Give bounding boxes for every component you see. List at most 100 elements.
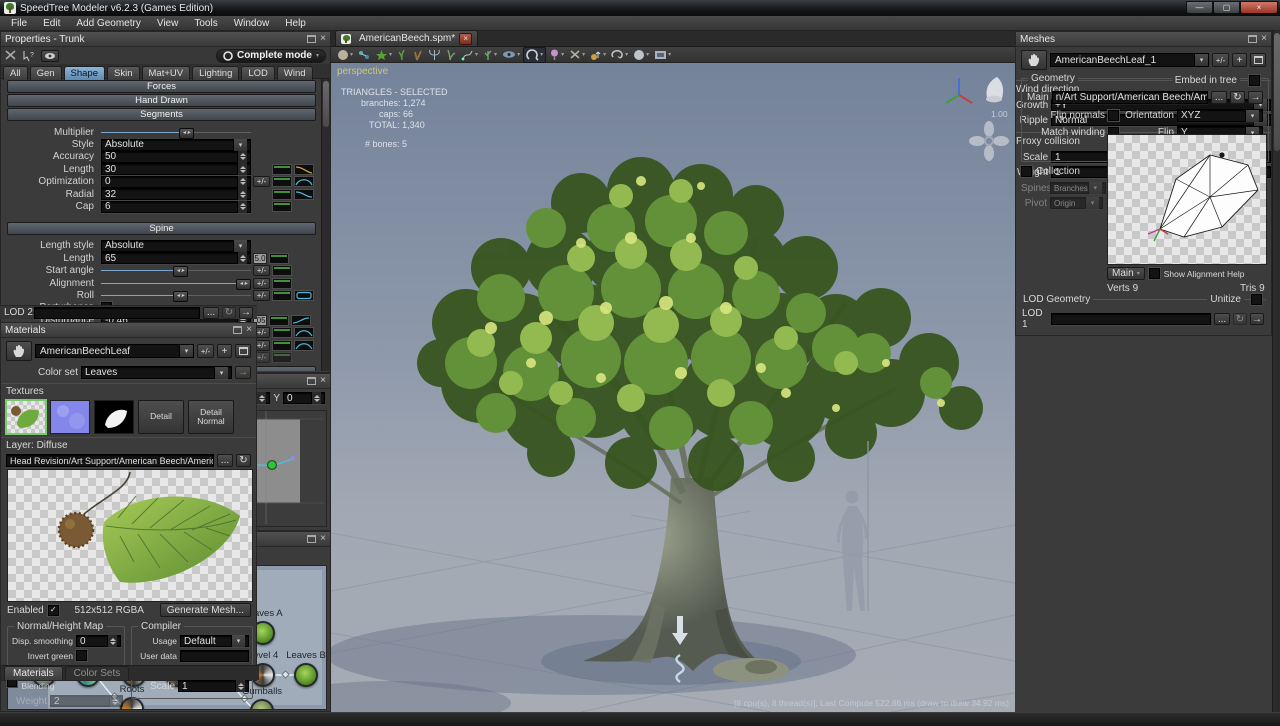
color-set-apply-button[interactable]: → [235, 366, 251, 379]
viewport-3d[interactable]: perspective TRIANGLES - SELECTED branche… [331, 63, 1015, 712]
close-panel-icon[interactable]: × [320, 377, 326, 385]
enabled-checkbox[interactable]: ✓ [48, 605, 59, 616]
opacity-texture-thumb[interactable] [94, 400, 134, 434]
tab-lod[interactable]: LOD [241, 66, 275, 80]
tool-screenshot-icon[interactable]: ▾ [652, 48, 673, 62]
color-set-dropdown[interactable]: Leaves▾ [81, 366, 232, 379]
camera-mode-label[interactable]: perspective [337, 66, 388, 77]
jink-amount-parent-curve-chip[interactable] [272, 340, 292, 351]
tool-rotate-icon[interactable]: ▾ [609, 48, 630, 62]
mode-caret-icon[interactable]: ▾ [316, 52, 319, 59]
disturbance-profile-curve-chip[interactable] [291, 315, 311, 326]
length-profile-curve-chip[interactable] [294, 164, 314, 175]
alignment-curve-chip[interactable] [272, 278, 292, 289]
tab-wind[interactable]: Wind [277, 66, 313, 80]
roll-slider[interactable]: ◂ ▸ [101, 290, 251, 301]
usage-dropdown[interactable]: Default▾ [180, 635, 249, 647]
jink-frequency-parent-curve-chip[interactable] [272, 327, 292, 338]
lod1-export-button[interactable]: → [1250, 313, 1264, 325]
material-select-dropdown[interactable]: AmericanBeechLeaf▾ [35, 344, 194, 358]
menu-file[interactable]: File [4, 17, 34, 30]
spine-length-curve-chip[interactable] [269, 253, 289, 264]
menu-window[interactable]: Window [227, 17, 277, 30]
browse-obj-button[interactable]: ... [1211, 91, 1227, 104]
curve-y-input[interactable]: 0 [283, 392, 325, 404]
detail-normal-texture-button[interactable]: Detail Normal [188, 400, 234, 434]
embed-in-tree-checkbox[interactable] [1249, 75, 1260, 86]
flip-normals-checkbox[interactable] [1108, 110, 1119, 121]
mesh-preview[interactable] [1107, 134, 1267, 265]
radial-profile-curve-chip[interactable] [294, 189, 314, 200]
reload-obj-button[interactable]: ↻ [1230, 91, 1245, 104]
menu-help[interactable]: Help [278, 17, 313, 30]
meshes-panel-titlebar[interactable]: Meshes × [1016, 32, 1271, 47]
menu-edit[interactable]: Edit [36, 17, 67, 30]
section-forces[interactable]: Forces [7, 80, 316, 93]
drag-mesh-button[interactable] [1021, 50, 1047, 70]
preview-lod-dropdown[interactable]: Main▾ [1107, 267, 1145, 280]
tool-hand-drawing-icon[interactable]: ▾ [523, 47, 546, 63]
roll-variance-button[interactable]: +/- [253, 290, 270, 301]
document-tab-close-icon[interactable]: × [459, 33, 472, 45]
tab-skin[interactable]: Skin [107, 66, 139, 80]
break-chance-curve-chip[interactable] [272, 352, 292, 363]
normal-texture-thumb[interactable] [50, 400, 90, 434]
length-style-dropdown[interactable]: Absolute▾ [101, 240, 251, 252]
optimization-variance-button[interactable]: +/- [253, 176, 270, 187]
tool-eye-icon[interactable]: ▾ [500, 48, 522, 62]
diffuse-path[interactable]: Head Revision/Art Support/American Beech… [6, 454, 214, 467]
tab-materials[interactable]: Materials [4, 666, 63, 680]
radial-input[interactable]: 32 [101, 188, 251, 200]
diffuse-texture-thumb[interactable] [6, 400, 46, 434]
tool-branch-icon[interactable] [410, 48, 425, 62]
disp-smoothing-input[interactable]: 0 [76, 635, 121, 647]
cap-input[interactable]: 6 [101, 201, 251, 213]
start-angle-variance-button[interactable]: +/- [253, 265, 270, 276]
maximize-button[interactable]: ▢ [1213, 1, 1240, 14]
tool-spline-icon[interactable]: ▾ [459, 48, 480, 62]
radial-parent-curve-chip[interactable] [272, 189, 292, 200]
section-spine[interactable]: Spine [7, 222, 316, 235]
start-angle-curve-chip[interactable] [272, 265, 292, 276]
tool-gravity-icon[interactable]: ▾ [588, 48, 608, 62]
document-tab[interactable]: AmericanBeech.spm* × [335, 30, 478, 46]
material-copy-button[interactable] [235, 344, 251, 358]
lod2-export-button[interactable]: → [239, 307, 253, 319]
collection-checkbox[interactable] [1021, 166, 1032, 177]
properties-panel-titlebar[interactable]: Properties - Trunk × [1, 32, 330, 47]
length-parent-curve-chip[interactable] [272, 164, 292, 175]
minimize-button[interactable]: — [1186, 1, 1213, 14]
tool-tree-paint-icon[interactable]: ▾ [547, 48, 566, 62]
style-dropdown[interactable]: Absolute▾ [101, 139, 251, 151]
diffuse-browse-button[interactable]: ... [217, 454, 233, 467]
tool-prune-icon[interactable]: ▾ [567, 48, 587, 62]
user-data-input[interactable] [180, 650, 249, 662]
close-panel-icon[interactable]: × [320, 35, 326, 43]
tab-all[interactable]: All [3, 66, 28, 80]
properties-scrollbar[interactable] [321, 79, 330, 371]
float-panel-icon[interactable] [307, 377, 316, 385]
invert-green-checkbox[interactable] [76, 650, 87, 661]
tool-leaf-icon[interactable]: ▾ [373, 48, 394, 62]
orientation-dropdown[interactable]: XYZ▾ [1177, 109, 1263, 122]
mesh-rename-button[interactable]: +/- [1212, 53, 1229, 67]
menu-tools[interactable]: Tools [187, 17, 224, 30]
lod1-path[interactable] [1051, 313, 1211, 325]
tab-color-sets[interactable]: Color Sets [65, 666, 130, 680]
disturbance-parent-curve-chip[interactable] [269, 315, 289, 326]
pivot-dropdown[interactable]: Origin▾ [1050, 197, 1103, 209]
diffuse-texture-preview[interactable] [7, 469, 253, 602]
roll-profile-curve-chip[interactable] [294, 290, 314, 301]
spine-length-input[interactable]: 65 [101, 252, 251, 264]
materials-panel-titlebar[interactable]: Materials × [1, 323, 256, 338]
float-panel-icon[interactable] [307, 535, 316, 543]
drag-material-button[interactable] [6, 341, 32, 361]
alignment-variance-button[interactable]: +/- [253, 278, 270, 289]
float-panel-icon[interactable] [1248, 35, 1257, 43]
alignment-slider[interactable]: ◂ ▸ [101, 278, 251, 289]
accuracy-input[interactable]: 50 [101, 151, 251, 163]
roll-parent-curve-chip[interactable] [272, 290, 292, 301]
eye-toggle-button[interactable] [41, 50, 59, 62]
main-obj-path[interactable]: n/Art Support/American Beech/AmericanBee… [1052, 91, 1208, 104]
lod2-reload-button[interactable]: ↻ [222, 307, 236, 319]
